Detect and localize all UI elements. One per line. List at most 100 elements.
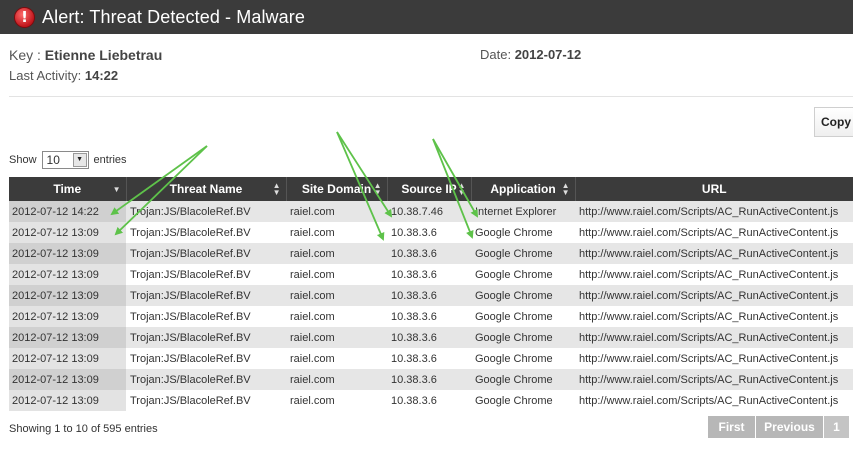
- cell-site-domain: raiel.com: [286, 243, 387, 264]
- table-row[interactable]: 2012-07-12 13:09 Trojan:JS/BlacoleRef.BV r…: [9, 243, 853, 264]
- cell-source-ip: 10.38.3.6: [387, 390, 471, 411]
- sort-icon: ▲ ▼: [373, 181, 382, 197]
- date-info: Date: 2012-07-12: [480, 47, 581, 62]
- cell-source-ip: 10.38.3.6: [387, 264, 471, 285]
- cell-url: http://www.raiel.com/Scripts/AC_RunActiv…: [575, 306, 853, 327]
- key-info: Key : Etienne Liebetrau: [9, 47, 162, 63]
- table-row[interactable]: 2012-07-12 14:22 Trojan:JS/BlacoleRef.BV r…: [9, 201, 853, 222]
- column-header-source-ip[interactable]: Source IP ▲ ▼: [386, 177, 471, 201]
- cell-site-domain: raiel.com: [286, 327, 387, 348]
- cell-url: http://www.raiel.com/Scripts/AC_RunActiv…: [575, 327, 853, 348]
- cell-source-ip: 10.38.3.6: [387, 327, 471, 348]
- sort-icon: ▲ ▼: [561, 181, 570, 197]
- cell-site-domain: raiel.com: [286, 306, 387, 327]
- date-value: 2012-07-12: [514, 47, 582, 62]
- table-row[interactable]: 2012-07-12 13:09 Trojan:JS/BlacoleRef.BV r…: [9, 390, 853, 411]
- cell-site-domain: raiel.com: [286, 348, 387, 369]
- table-row[interactable]: 2012-07-12 13:09 Trojan:JS/BlacoleRef.BV r…: [9, 306, 853, 327]
- entries-label: entries: [93, 154, 127, 166]
- threat-table: Time ▼ Threat Name ▲ ▼ Site Domain ▲ ▼ Source…: [9, 177, 853, 411]
- cell-application: Google Chrome: [471, 348, 575, 369]
- key-label: Key :: [9, 47, 41, 63]
- entries-select[interactable]: 10 ▼: [41, 151, 89, 169]
- table-row[interactable]: 2012-07-12 13:09 Trojan:JS/BlacoleRef.BV r…: [9, 222, 853, 243]
- cell-site-domain: raiel.com: [286, 369, 387, 390]
- cell-url: http://www.raiel.com/Scripts/AC_RunActiv…: [575, 201, 853, 222]
- table-row[interactable]: 2012-07-12 13:09 Trojan:JS/BlacoleRef.BV r…: [9, 264, 853, 285]
- cell-source-ip: 10.38.3.6: [387, 369, 471, 390]
- table-info: Showing 1 to 10 of 595 entries: [9, 423, 158, 435]
- cell-application: Google Chrome: [471, 243, 575, 264]
- cell-time: 2012-07-12 13:09: [9, 264, 126, 285]
- page-number-button[interactable]: 1: [824, 416, 849, 438]
- previous-page-button[interactable]: Previous: [756, 416, 823, 438]
- cell-url: http://www.raiel.com/Scripts/AC_RunActiv…: [575, 348, 853, 369]
- cell-time: 2012-07-12 13:09: [9, 369, 126, 390]
- cell-site-domain: raiel.com: [286, 222, 387, 243]
- cell-time: 2012-07-12 13:09: [9, 348, 126, 369]
- table-row[interactable]: 2012-07-12 13:09 Trojan:JS/BlacoleRef.BV r…: [9, 348, 853, 369]
- cell-threat-name: Trojan:JS/BlacoleRef.BV: [126, 306, 286, 327]
- cell-site-domain: raiel.com: [286, 201, 387, 222]
- cell-site-domain: raiel.com: [286, 285, 387, 306]
- window-title: Alert: Threat Detected - Malware: [42, 6, 305, 27]
- cell-url: http://www.raiel.com/Scripts/AC_RunActiv…: [575, 243, 853, 264]
- cell-time: 2012-07-12 13:09: [9, 222, 126, 243]
- cell-source-ip: 10.38.3.6: [387, 306, 471, 327]
- cell-site-domain: raiel.com: [286, 264, 387, 285]
- key-value: Etienne Liebetrau: [44, 47, 163, 63]
- column-header-url[interactable]: URL: [574, 177, 853, 201]
- sort-desc-icon: ▼: [112, 185, 121, 194]
- cell-application: Google Chrome: [471, 390, 575, 411]
- entries-select-value: 10: [46, 153, 60, 167]
- cell-application: Google Chrome: [471, 306, 575, 327]
- last-activity-label: Last Activity:: [9, 68, 82, 83]
- date-label: Date:: [480, 47, 512, 62]
- cell-application: Internet Explorer: [471, 201, 575, 222]
- divider: [9, 96, 853, 97]
- table-row[interactable]: 2012-07-12 13:09 Trojan:JS/BlacoleRef.BV r…: [9, 327, 853, 348]
- cell-source-ip: 10.38.3.6: [387, 348, 471, 369]
- alert-exclamation-icon: !: [14, 6, 35, 28]
- cell-url: http://www.raiel.com/Scripts/AC_RunActiv…: [575, 222, 853, 243]
- cell-threat-name: Trojan:JS/BlacoleRef.BV: [126, 285, 286, 306]
- first-page-button[interactable]: First: [708, 416, 755, 438]
- dropdown-arrow-icon[interactable]: ▼: [72, 153, 87, 167]
- cell-threat-name: Trojan:JS/BlacoleRef.BV: [126, 201, 286, 222]
- sort-icon: ▲ ▼: [457, 181, 466, 197]
- cell-application: Google Chrome: [471, 222, 575, 243]
- cell-threat-name: Trojan:JS/BlacoleRef.BV: [126, 390, 286, 411]
- column-header-threat-name[interactable]: Threat Name ▲ ▼: [125, 177, 286, 201]
- column-header-application[interactable]: Application ▲ ▼: [470, 177, 575, 201]
- cell-url: http://www.raiel.com/Scripts/AC_RunActiv…: [575, 264, 853, 285]
- column-header-site-domain[interactable]: Site Domain ▲ ▼: [285, 177, 387, 201]
- title-bar: ! Alert: Threat Detected - Malware: [0, 0, 853, 34]
- cell-url: http://www.raiel.com/Scripts/AC_RunActiv…: [575, 285, 853, 306]
- cell-time: 2012-07-12 13:09: [9, 327, 126, 348]
- cell-application: Google Chrome: [471, 327, 575, 348]
- cell-time: 2012-07-12 13:09: [9, 306, 126, 327]
- cell-source-ip: 10.38.3.6: [387, 222, 471, 243]
- show-label: Show: [9, 154, 37, 166]
- cell-url: http://www.raiel.com/Scripts/AC_RunActiv…: [575, 369, 853, 390]
- sort-icon: ▲ ▼: [272, 181, 281, 197]
- table-row[interactable]: 2012-07-12 13:09 Trojan:JS/BlacoleRef.BV r…: [9, 369, 853, 390]
- cell-threat-name: Trojan:JS/BlacoleRef.BV: [126, 222, 286, 243]
- cell-threat-name: Trojan:JS/BlacoleRef.BV: [126, 327, 286, 348]
- cell-source-ip: 10.38.7.46: [387, 201, 471, 222]
- column-header-time[interactable]: Time ▼: [9, 177, 126, 201]
- cell-site-domain: raiel.com: [286, 390, 387, 411]
- copy-button[interactable]: Copy: [814, 107, 853, 137]
- cell-threat-name: Trojan:JS/BlacoleRef.BV: [126, 264, 286, 285]
- cell-time: 2012-07-12 14:22: [9, 201, 126, 222]
- cell-threat-name: Trojan:JS/BlacoleRef.BV: [126, 348, 286, 369]
- cell-time: 2012-07-12 13:09: [9, 390, 126, 411]
- cell-application: Google Chrome: [471, 264, 575, 285]
- cell-url: http://www.raiel.com/Scripts/AC_RunActiv…: [575, 390, 853, 411]
- cell-threat-name: Trojan:JS/BlacoleRef.BV: [126, 243, 286, 264]
- last-activity-value: 14:22: [84, 68, 119, 83]
- cell-source-ip: 10.38.3.6: [387, 243, 471, 264]
- table-row[interactable]: 2012-07-12 13:09 Trojan:JS/BlacoleRef.BV r…: [9, 285, 853, 306]
- cell-time: 2012-07-12 13:09: [9, 243, 126, 264]
- cell-time: 2012-07-12 13:09: [9, 285, 126, 306]
